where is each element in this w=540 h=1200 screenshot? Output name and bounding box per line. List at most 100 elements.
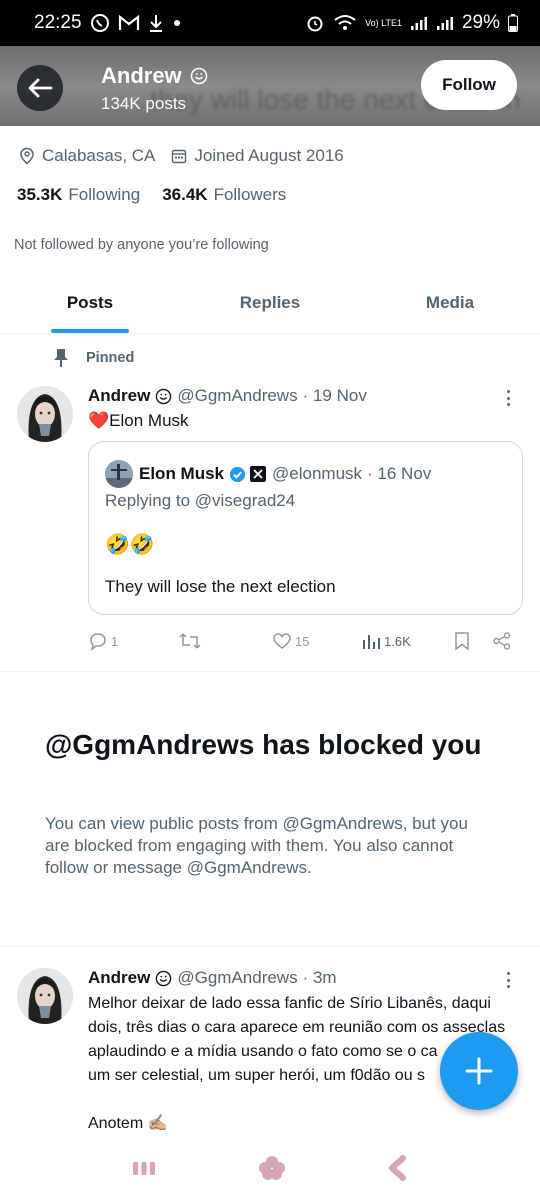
clock: 22:25 [34,12,82,33]
follow-button[interactable]: Follow [421,60,517,110]
tab-replies[interactable]: Replies [180,272,360,333]
author-name[interactable]: Andrew [88,968,150,988]
smiley-badge-icon [190,67,207,85]
views-chart-icon [363,635,380,649]
like-count: 15 [295,633,310,649]
quote-header: Elon Musk @elonmusk · 16 Nov [105,460,431,488]
notification-dot-icon [172,18,182,28]
views-count: 1.6K [384,633,411,649]
back-nav-icon[interactable] [387,1154,409,1186]
profile-tabs: Posts Replies Media [0,272,540,334]
active-tab-indicator [51,329,129,333]
follow-stats: 35.3K Following 36.4K Followers [17,185,308,205]
following-label: Following [68,185,141,204]
quote-time: · 16 Nov [367,464,432,483]
system-nav-bar [0,1140,540,1200]
recent-apps-icon[interactable] [131,1158,157,1183]
quote-emoji: 🤣🤣 [105,534,155,556]
tab-posts-label: Posts [66,292,114,312]
header-name: Andrew [101,63,208,89]
quote-avatar [105,460,133,488]
tweet-header: Andrew @GgmAndrews · 19 Nov [88,386,367,406]
tab-posts[interactable]: Posts [0,272,180,333]
replying-to: Replying to @visegrad24 [105,491,296,510]
reply-button[interactable]: 1 [88,631,118,651]
author-name[interactable]: Andrew [88,386,150,406]
x-logo-icon [250,466,267,482]
location-pin-icon [20,147,34,165]
home-icon[interactable] [258,1155,286,1186]
divider [0,671,540,672]
avatar[interactable] [17,386,73,442]
header-name-text: Andrew [101,63,182,88]
views-button[interactable]: 1.6K [361,632,411,650]
followers-count: 36.4K [162,185,208,204]
download-icon [148,13,164,33]
more-options-icon[interactable] [498,388,518,408]
avatar[interactable] [17,968,73,1024]
share-button[interactable] [492,631,512,651]
not-followed-notice: Not followed by anyone you’re following [14,237,269,253]
calendar-icon [172,149,187,164]
posts-count: 134K posts [101,94,187,113]
location: Calabasas, CA [19,146,155,166]
profile-meta: Calabasas, CA Joined August 2016 [19,146,360,166]
profile-header: they will lose the next election Andrew … [0,46,540,126]
signal-icon [410,15,428,31]
plus-icon [465,1057,493,1085]
tweet-line: Anotem ✍🏼 [88,1115,168,1132]
tweet-header: Andrew @GgmAndrews · 3m [88,968,337,988]
reply-count: 1 [111,633,119,649]
tweet-line: Melhor deixar de lado essa fanfic de Sír… [88,995,491,1012]
tweet-time: · 19 Nov [302,386,367,405]
pin-icon [54,349,68,367]
tweet-text: ❤️Elon Musk [88,410,189,432]
following-stat[interactable]: 35.3K Following [17,185,140,205]
followers-stat[interactable]: 36.4K Followers [162,185,286,205]
like-button[interactable]: 15 [272,632,309,650]
back-button[interactable] [17,65,63,111]
retweet-icon [179,633,201,649]
quoted-tweet[interactable]: Elon Musk @elonmusk · 16 Nov Replying to… [88,441,523,615]
battery-percent: 29% [461,12,500,33]
followers-label: Followers [213,185,287,204]
author-handle[interactable]: @GgmAndrews [177,386,297,406]
quote-author-handle: @elonmusk [272,464,363,483]
battery-icon [508,14,518,32]
status-bar: 22:25 Vo) LTE1 29% [0,0,540,46]
tweet-time: · 3m [302,968,337,987]
joined-date: Joined August 2016 [171,146,344,166]
wifi-icon [333,14,357,32]
heart-emoji: ❤️ [88,411,110,430]
signal-2-icon [436,15,454,31]
verified-badge-icon [229,466,246,483]
whatsapp-icon [90,13,110,33]
reply-icon [90,633,106,651]
heart-icon [273,633,291,649]
quote-text: They will lose the next election [105,577,336,596]
smiley-badge-icon [155,970,172,987]
location-text: Calabasas, CA [42,146,156,165]
tweet-text-content: Elon Musk [109,411,189,430]
volte-label: Vo) LTE1 [365,17,402,28]
bookmark-icon [455,632,469,651]
pinned-label: Pinned [86,350,135,366]
author-handle[interactable]: @GgmAndrews [177,968,297,988]
following-count: 35.3K [17,185,63,204]
bookmark-button[interactable] [453,631,471,651]
smiley-badge-icon [155,388,172,405]
blocked-description: You can view public posts from @GgmAndre… [45,814,468,877]
gmail-icon [118,14,140,32]
tweet-actions: 1 15 1.6K [88,628,516,654]
pinned-indicator: Pinned [52,348,134,368]
more-options-icon[interactable] [498,970,518,990]
quote-author-name: Elon Musk [139,464,225,483]
alarm-icon [305,13,325,33]
divider [0,946,540,947]
compose-button[interactable] [440,1032,518,1110]
retweet-button[interactable] [178,631,202,651]
tab-media-label: Media [425,292,475,312]
blocked-title: @GgmAndrews has blocked you [45,729,482,760]
share-icon [493,632,511,650]
tab-media[interactable]: Media [360,272,540,333]
